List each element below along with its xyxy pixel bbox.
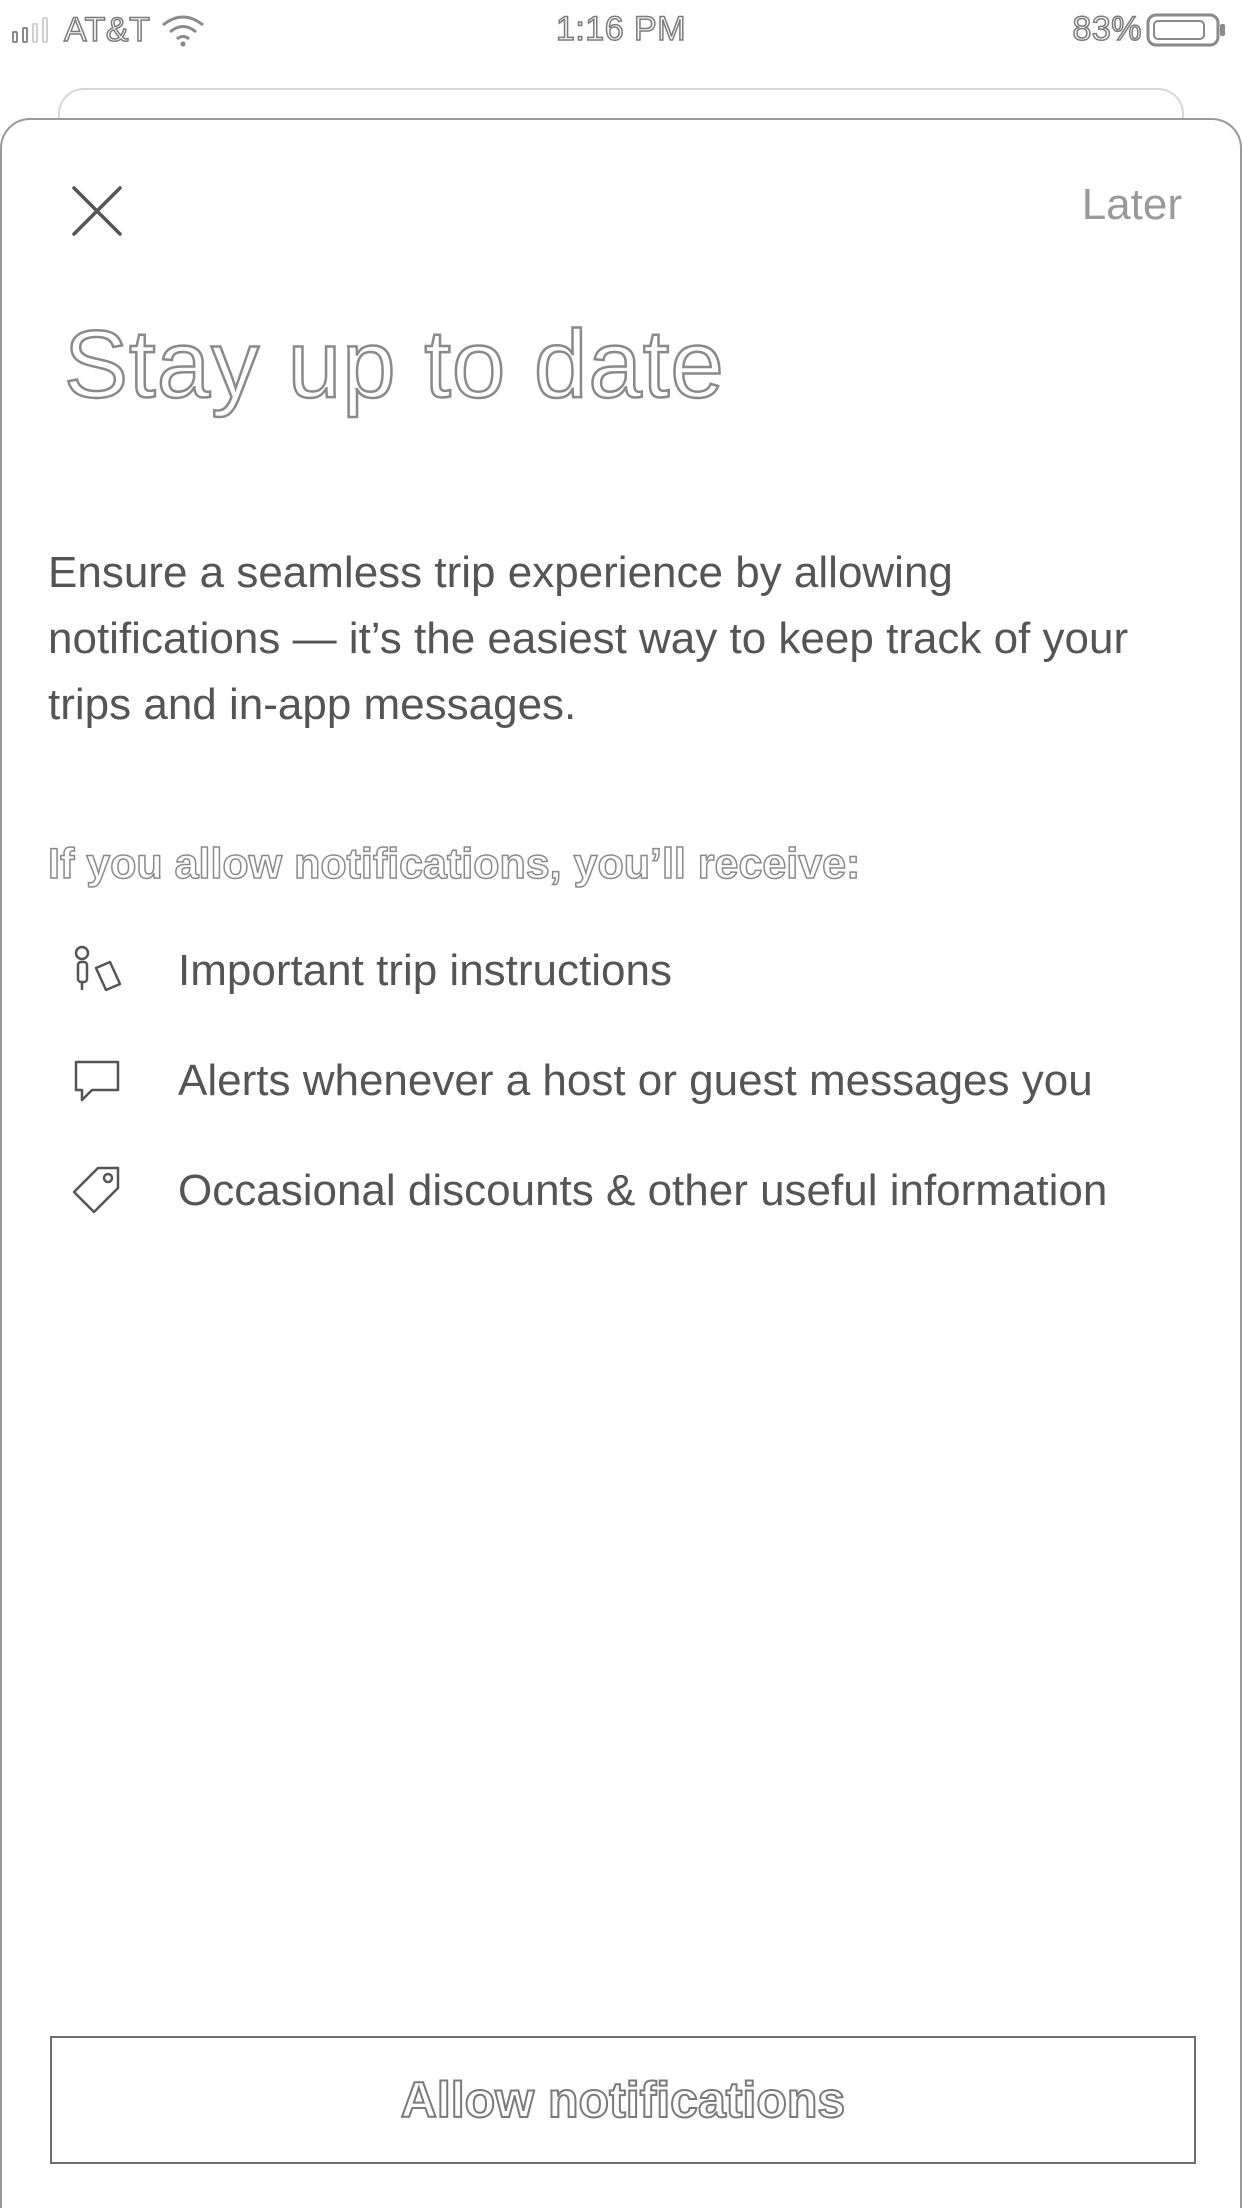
status-bar: AT&T 1:16 PM 83% xyxy=(0,0,1242,60)
benefit-text: Alerts whenever a host or guest messages… xyxy=(178,1056,1093,1105)
notification-sheet: Later Stay up to date Ensure a seamless … xyxy=(0,118,1242,2208)
status-right: 83% xyxy=(1072,9,1228,49)
benefits-heading: If you allow notifications, you’ll recei… xyxy=(47,839,861,889)
allow-notifications-label: Allow notifications xyxy=(400,2071,846,2129)
list-item: Important trip instructions xyxy=(48,938,1188,1004)
battery-percent: 83% xyxy=(1072,9,1143,49)
benefits-list: Important trip instructions Alerts whene… xyxy=(48,938,1188,1268)
benefit-text: Important trip instructions xyxy=(178,946,672,995)
message-bubble-icon xyxy=(70,1048,150,1114)
status-time: 1:16 PM xyxy=(555,9,687,49)
battery-icon xyxy=(1146,13,1225,46)
description-text: Ensure a seamless trip experience by all… xyxy=(48,548,1129,729)
page-title: Stay up to date xyxy=(63,310,725,420)
benefit-text: Occasional discounts & other useful info… xyxy=(178,1166,1108,1215)
tag-icon xyxy=(70,1158,150,1224)
close-icon xyxy=(72,186,122,236)
close-button[interactable] xyxy=(62,176,132,246)
list-item: Occasional discounts & other useful info… xyxy=(48,1158,1188,1224)
trip-instructions-icon xyxy=(70,938,150,1004)
later-button[interactable]: Later xyxy=(1082,180,1182,230)
allow-notifications-button[interactable]: Allow notifications xyxy=(50,2036,1196,2164)
list-item: Alerts whenever a host or guest messages… xyxy=(48,1048,1188,1114)
